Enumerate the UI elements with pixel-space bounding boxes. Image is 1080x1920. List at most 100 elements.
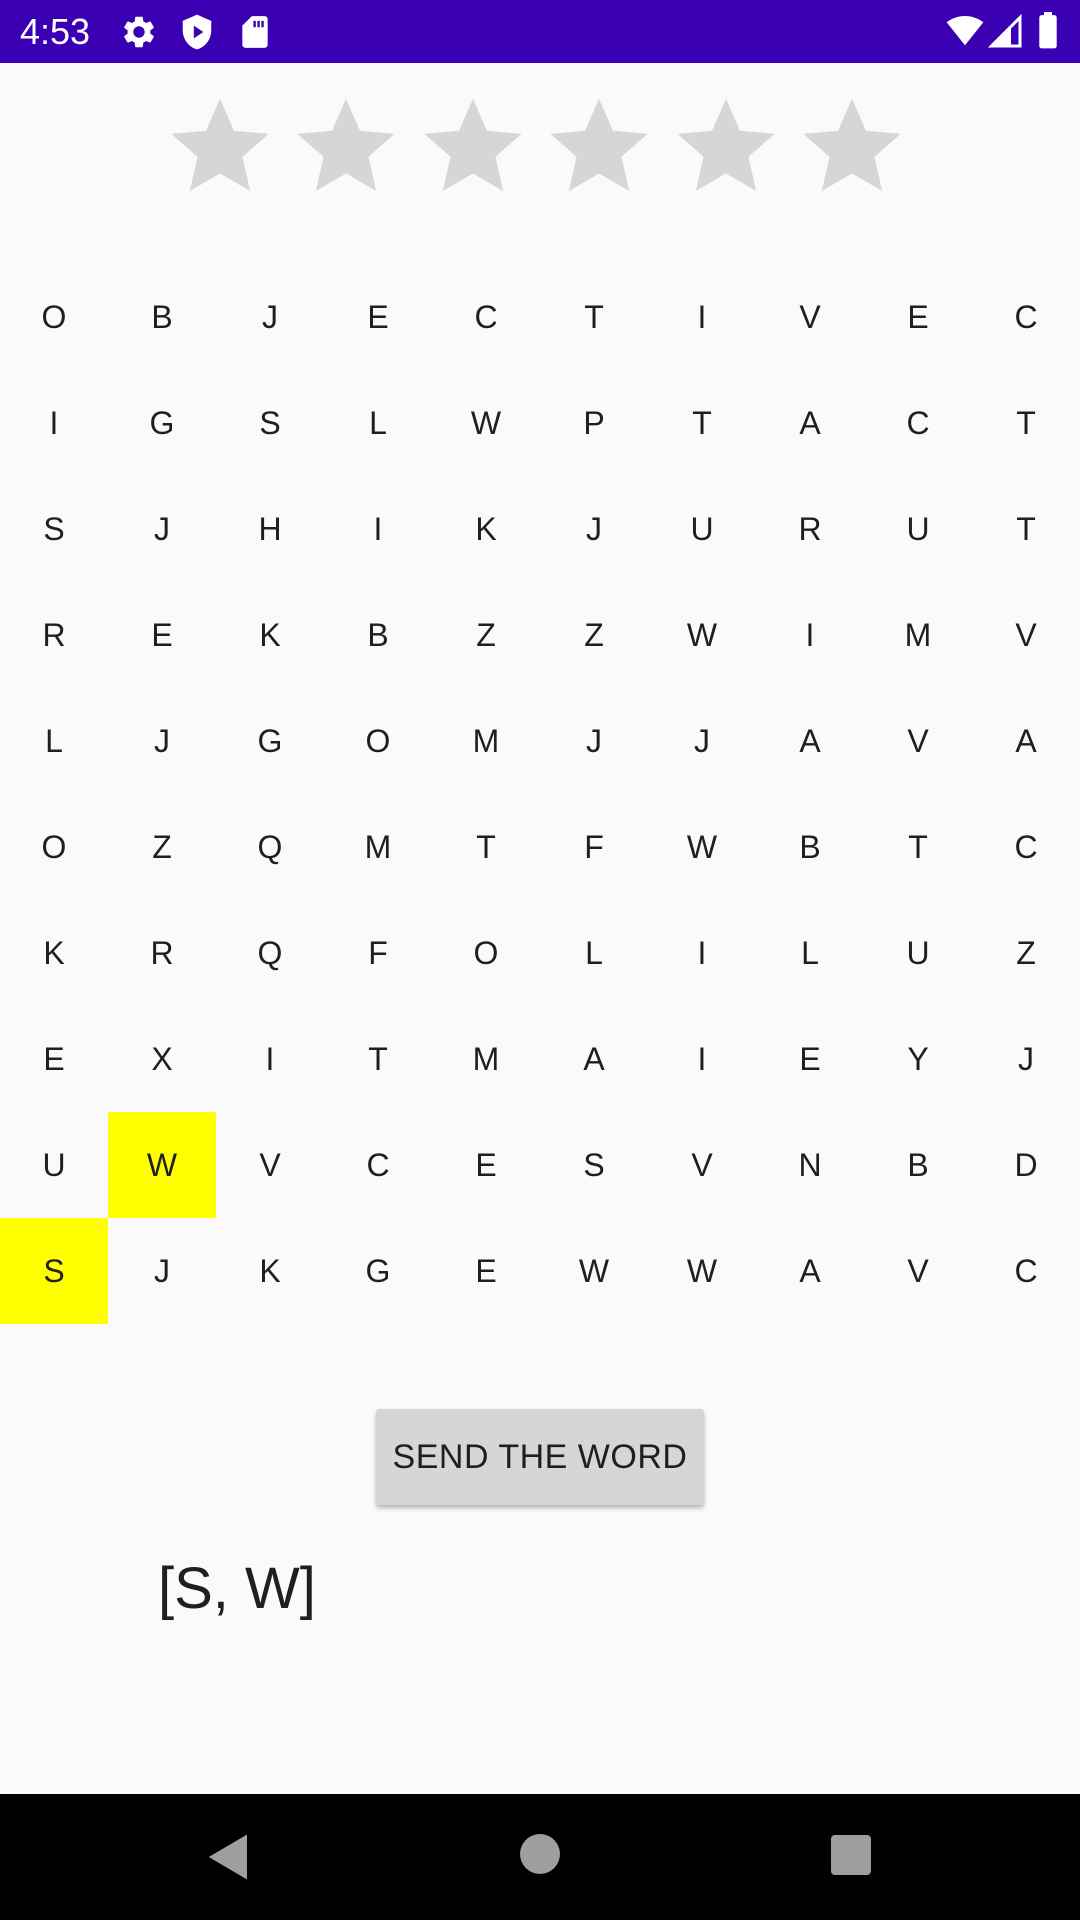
grid-cell[interactable]: T <box>432 794 540 900</box>
grid-cell[interactable]: L <box>756 900 864 1006</box>
grid-cell[interactable]: W <box>432 370 540 476</box>
home-icon[interactable] <box>520 1834 560 1874</box>
grid-cell[interactable]: Z <box>108 794 216 900</box>
grid-cell[interactable]: J <box>108 476 216 582</box>
grid-cell[interactable]: J <box>648 688 756 794</box>
grid-cell[interactable]: G <box>216 688 324 794</box>
grid-cell[interactable]: U <box>0 1112 108 1218</box>
grid-cell[interactable]: B <box>864 1112 972 1218</box>
grid-cell[interactable]: M <box>324 794 432 900</box>
grid-cell[interactable]: C <box>972 794 1080 900</box>
grid-cell[interactable]: Q <box>216 900 324 1006</box>
grid-cell[interactable]: F <box>324 900 432 1006</box>
recents-icon[interactable] <box>831 1835 871 1875</box>
grid-cell[interactable]: W <box>540 1218 648 1324</box>
grid-cell[interactable]: T <box>540 264 648 370</box>
grid-cell[interactable]: M <box>432 1006 540 1112</box>
grid-cell[interactable]: T <box>864 794 972 900</box>
grid-cell[interactable]: Z <box>432 582 540 688</box>
grid-cell[interactable]: U <box>864 476 972 582</box>
grid-cell[interactable]: C <box>972 264 1080 370</box>
grid-cell[interactable]: B <box>324 582 432 688</box>
grid-cell[interactable]: T <box>324 1006 432 1112</box>
back-icon[interactable] <box>202 1830 256 1884</box>
grid-cell[interactable]: E <box>432 1218 540 1324</box>
grid-cell[interactable]: O <box>324 688 432 794</box>
grid-cell[interactable]: B <box>108 264 216 370</box>
grid-cell[interactable]: A <box>756 370 864 476</box>
grid-cell[interactable]: D <box>972 1112 1080 1218</box>
grid-cell[interactable]: R <box>0 582 108 688</box>
grid-cell[interactable]: G <box>108 370 216 476</box>
grid-cell[interactable]: Z <box>972 900 1080 1006</box>
grid-cell[interactable]: V <box>216 1112 324 1218</box>
grid-cell[interactable]: U <box>648 476 756 582</box>
grid-cell[interactable]: Q <box>216 794 324 900</box>
grid-cell[interactable]: A <box>540 1006 648 1112</box>
grid-cell[interactable]: U <box>864 900 972 1006</box>
grid-cell[interactable]: O <box>432 900 540 1006</box>
grid-cell[interactable]: J <box>972 1006 1080 1112</box>
grid-cell[interactable]: H <box>216 476 324 582</box>
grid-cell[interactable]: F <box>540 794 648 900</box>
grid-cell[interactable]: S <box>216 370 324 476</box>
grid-cell[interactable]: J <box>108 688 216 794</box>
grid-cell[interactable]: E <box>108 582 216 688</box>
grid-cell[interactable]: W <box>648 582 756 688</box>
grid-cell[interactable]: Z <box>540 582 648 688</box>
grid-cell[interactable]: K <box>432 476 540 582</box>
grid-cell[interactable]: R <box>108 900 216 1006</box>
grid-cell[interactable]: I <box>756 582 864 688</box>
grid-cell[interactable]: K <box>0 900 108 1006</box>
grid-cell[interactable]: S <box>0 476 108 582</box>
grid-cell[interactable]: A <box>756 688 864 794</box>
grid-cell[interactable]: C <box>972 1218 1080 1324</box>
grid-cell[interactable]: L <box>324 370 432 476</box>
grid-cell[interactable]: J <box>216 264 324 370</box>
grid-cell[interactable]: V <box>756 264 864 370</box>
grid-cell[interactable]: M <box>432 688 540 794</box>
grid-cell[interactable]: S <box>0 1218 108 1324</box>
grid-cell[interactable]: K <box>216 582 324 688</box>
grid-cell[interactable]: G <box>324 1218 432 1324</box>
grid-cell[interactable]: S <box>540 1112 648 1218</box>
grid-cell[interactable]: E <box>756 1006 864 1112</box>
grid-cell[interactable]: W <box>648 794 756 900</box>
grid-cell[interactable]: R <box>756 476 864 582</box>
grid-cell[interactable]: T <box>972 476 1080 582</box>
grid-cell[interactable]: Y <box>864 1006 972 1112</box>
grid-cell[interactable]: O <box>0 264 108 370</box>
grid-cell[interactable]: L <box>0 688 108 794</box>
grid-cell[interactable]: I <box>324 476 432 582</box>
grid-cell[interactable]: E <box>324 264 432 370</box>
send-word-button[interactable]: SEND THE WORD <box>376 1409 704 1505</box>
grid-cell[interactable]: J <box>540 476 648 582</box>
grid-cell[interactable]: P <box>540 370 648 476</box>
grid-cell[interactable]: M <box>864 582 972 688</box>
grid-cell[interactable]: A <box>756 1218 864 1324</box>
grid-cell[interactable]: I <box>216 1006 324 1112</box>
grid-cell[interactable]: V <box>972 582 1080 688</box>
grid-cell[interactable]: X <box>108 1006 216 1112</box>
grid-cell[interactable]: V <box>864 1218 972 1324</box>
grid-cell[interactable]: T <box>648 370 756 476</box>
grid-cell[interactable]: N <box>756 1112 864 1218</box>
grid-cell[interactable]: K <box>216 1218 324 1324</box>
grid-cell[interactable]: E <box>432 1112 540 1218</box>
grid-cell[interactable]: I <box>648 1006 756 1112</box>
grid-cell[interactable]: V <box>648 1112 756 1218</box>
grid-cell[interactable]: J <box>108 1218 216 1324</box>
grid-cell[interactable]: W <box>648 1218 756 1324</box>
grid-cell[interactable]: L <box>540 900 648 1006</box>
grid-cell[interactable]: E <box>0 1006 108 1112</box>
grid-cell[interactable]: I <box>0 370 108 476</box>
grid-cell[interactable]: E <box>864 264 972 370</box>
grid-cell[interactable]: C <box>432 264 540 370</box>
grid-cell[interactable]: B <box>756 794 864 900</box>
grid-cell[interactable]: O <box>0 794 108 900</box>
grid-cell[interactable]: W <box>108 1112 216 1218</box>
grid-cell[interactable]: A <box>972 688 1080 794</box>
grid-cell[interactable]: J <box>540 688 648 794</box>
grid-cell[interactable]: I <box>648 900 756 1006</box>
grid-cell[interactable]: I <box>648 264 756 370</box>
